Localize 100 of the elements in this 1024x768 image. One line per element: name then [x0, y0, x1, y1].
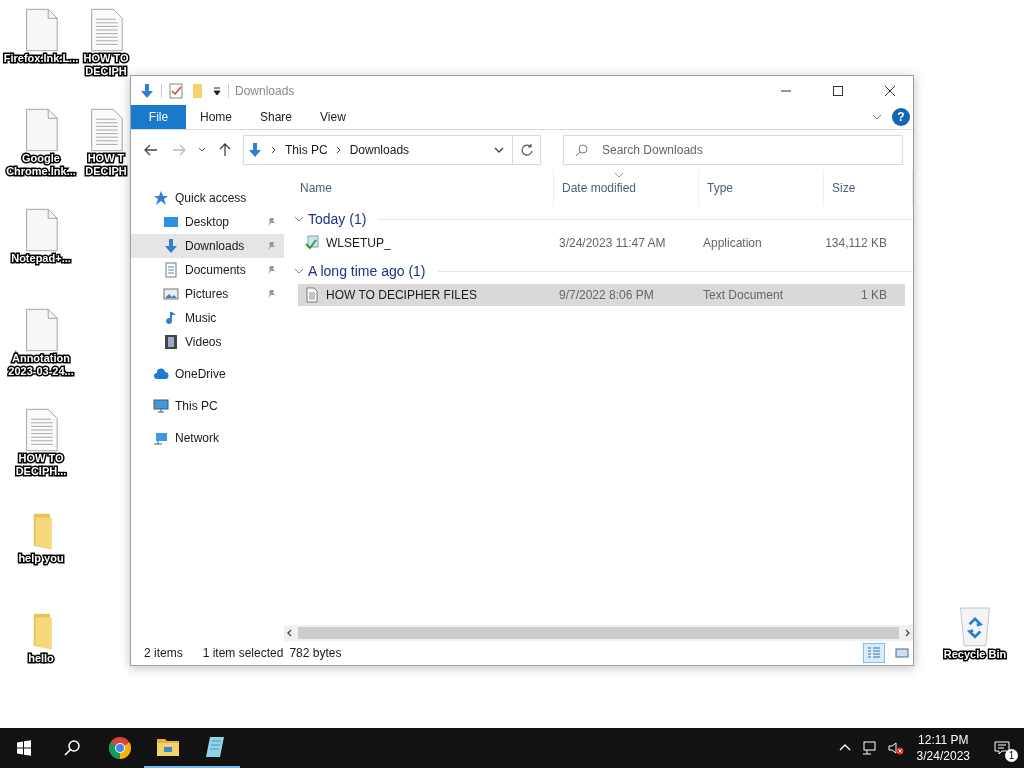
installer-icon — [304, 235, 320, 251]
group-header[interactable]: Today (1) — [308, 211, 367, 227]
nav-item[interactable]: Documents — [131, 258, 284, 282]
window-title: Downloads — [235, 83, 295, 98]
column-header[interactable]: Size — [824, 170, 913, 206]
ribbon-tab[interactable]: View — [306, 105, 360, 129]
text-file-icon — [304, 287, 320, 303]
nav-item[interactable]: Quick access — [131, 186, 284, 210]
desktop-icon-label[interactable]: Google Chrome.lnk... — [2, 152, 80, 178]
file-icon[interactable] — [23, 108, 59, 152]
file-row[interactable]: HOW TO DECIPHER FILES 9/7/2022 8:06 PM Text Document 1 KB — [298, 284, 905, 306]
collapse-chevron-icon[interactable] — [294, 266, 304, 276]
file-row[interactable]: WLSETUP_ 3/24/2023 11:47 AM Application 134,112 KB — [298, 232, 905, 254]
nav-item[interactable]: Downloads — [131, 234, 284, 258]
chevron-icon — [334, 146, 343, 154]
address-bar[interactable]: This PC Downloads — [243, 135, 514, 165]
text-file-icon[interactable] — [88, 8, 124, 52]
expand-ribbon-icon[interactable] — [872, 112, 882, 122]
up-icon[interactable] — [218, 143, 232, 157]
collapse-chevron-icon[interactable] — [294, 214, 304, 224]
download-arrow-icon[interactable] — [139, 82, 155, 99]
chrome-icon — [108, 736, 132, 760]
group-header[interactable]: A long time ago (1) — [308, 263, 426, 279]
column-header[interactable]: Type — [699, 170, 824, 206]
maximize-icon — [833, 85, 843, 96]
dropdown-icon[interactable] — [494, 145, 505, 155]
clock-time[interactable]: 12:11 PM — [918, 732, 969, 748]
scroll-right-icon[interactable] — [903, 629, 911, 637]
sort-caret-icon — [614, 172, 624, 178]
back-icon[interactable] — [144, 143, 158, 157]
item-count: 2 items — [144, 646, 183, 660]
breadcrumb-item[interactable]: Downloads — [349, 143, 410, 157]
breadcrumb-item[interactable]: This PC — [285, 143, 328, 157]
download-icon — [163, 238, 179, 254]
desktop-icon-label[interactable]: hello — [28, 652, 54, 665]
properties-icon[interactable] — [168, 82, 184, 99]
file-size: 134,112 KB — [824, 236, 887, 250]
desktop-icon-label[interactable]: HOW T DECIPH — [82, 152, 130, 178]
column-header[interactable]: Date modified — [554, 170, 699, 206]
videos-icon — [163, 334, 179, 350]
download-arrow-icon — [247, 142, 263, 158]
nav-item[interactable]: This PC — [131, 394, 284, 418]
file-size: 1 KB — [860, 288, 887, 302]
refresh-icon — [519, 143, 534, 157]
file-icon[interactable] — [23, 308, 59, 352]
pc-icon — [153, 398, 169, 414]
horizontal-scrollbar[interactable] — [284, 625, 913, 641]
nav-item[interactable]: Pictures — [131, 282, 284, 306]
clock-date[interactable]: 3/24/2023 — [916, 748, 970, 764]
network-icon[interactable] — [861, 740, 878, 756]
desktop-icon — [163, 214, 179, 230]
file-icon[interactable] — [23, 208, 59, 252]
volume-muted-icon[interactable] — [887, 740, 904, 756]
selection-size: 782 bytes — [289, 646, 342, 660]
notification-button[interactable]: 1 — [980, 728, 1024, 768]
nav-item[interactable]: Videos — [131, 330, 284, 354]
search-icon — [63, 739, 81, 757]
nav-item[interactable]: OneDrive — [131, 362, 284, 386]
cloud-icon — [153, 366, 169, 382]
notification-count: 1 — [1005, 749, 1018, 762]
selection-count: 1 item selected — [202, 646, 284, 660]
file-tab[interactable]: File — [131, 105, 186, 129]
file-type: Text Document — [702, 288, 785, 302]
desktop-icon-label[interactable]: Recycle Bin — [943, 648, 1007, 661]
ribbon-tab[interactable]: Home — [186, 105, 246, 129]
details-view-icon — [867, 646, 881, 660]
column-header[interactable]: Name — [292, 170, 554, 206]
desktop-icon-label[interactable]: HOW TO DECIPH — [82, 52, 130, 78]
refresh-button[interactable] — [513, 135, 541, 165]
file-date: 3/24/2023 11:47 AM — [558, 236, 667, 250]
large-icons-view-icon — [895, 646, 909, 660]
pictures-icon — [163, 286, 179, 302]
nav-item[interactable]: Music — [131, 306, 284, 330]
file-type: Application — [702, 236, 763, 250]
message-icon — [994, 740, 1010, 756]
help-button[interactable]: ? — [892, 108, 910, 126]
ribbon-tab[interactable]: Share — [246, 105, 307, 129]
desktop-icon-label[interactable]: Notepad+... — [11, 252, 71, 265]
desktop-icon-label[interactable]: help you — [18, 552, 64, 565]
file-name: WLSETUP_ — [326, 236, 391, 250]
star-icon — [153, 190, 169, 206]
documents-icon — [163, 262, 179, 278]
desktop-icon-label[interactable]: Annotation 2023-03-24... — [2, 352, 80, 378]
chevron-icon — [270, 146, 278, 154]
text-file-icon[interactable] — [88, 108, 124, 152]
nav-item[interactable]: Network — [131, 426, 284, 450]
file-date: 9/7/2022 8:06 PM — [558, 288, 655, 302]
network-icon — [153, 430, 169, 446]
search-field[interactable]: Search Downloads — [563, 135, 903, 165]
nav-item[interactable]: Desktop — [131, 210, 284, 234]
text-file-icon[interactable] — [23, 408, 59, 452]
recycle-bin-icon[interactable] — [957, 604, 993, 648]
scroll-left-icon[interactable] — [286, 629, 294, 637]
file-icon[interactable] — [23, 8, 59, 52]
file-name: HOW TO DECIPHER FILES — [326, 288, 477, 302]
desktop-icon-label[interactable]: Firefox.lnk.L... — [3, 52, 79, 65]
caret-icon[interactable] — [212, 85, 222, 96]
desktop-icon-label[interactable]: HOW TO DECIPH... — [2, 452, 80, 478]
close-icon — [885, 85, 895, 96]
windows-logo-icon — [16, 740, 32, 756]
